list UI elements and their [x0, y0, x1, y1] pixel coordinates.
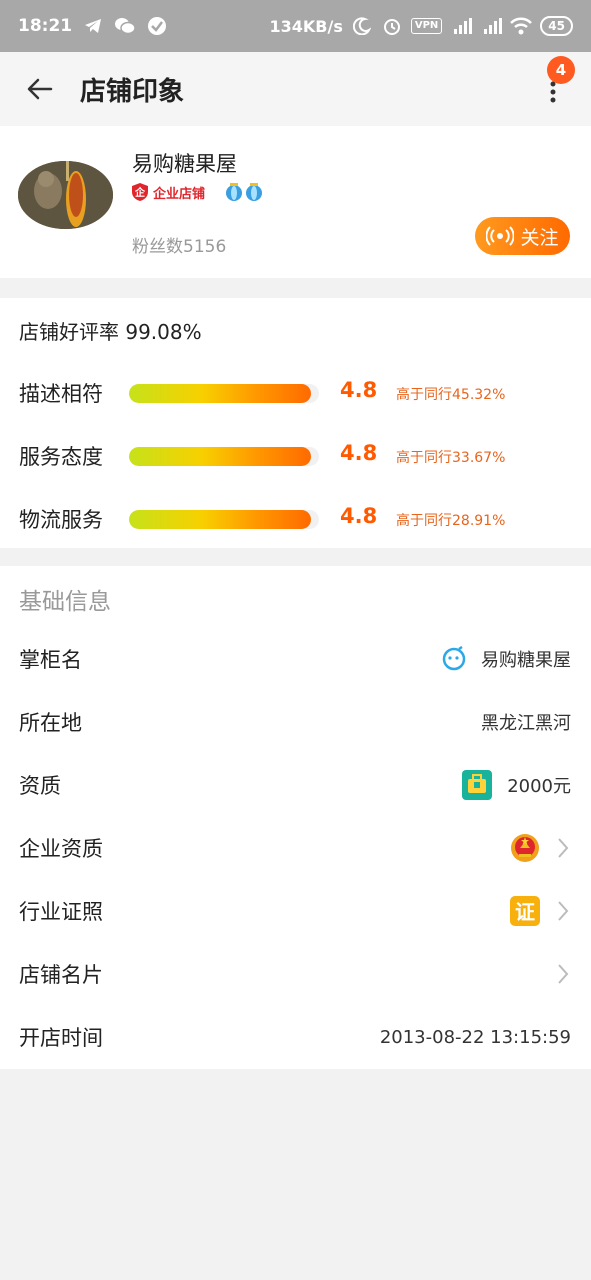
- shop-name: 易购糖果屋: [132, 152, 237, 176]
- chevron-right-icon: [555, 962, 571, 986]
- chevron-right-icon: [555, 899, 571, 923]
- rating-bar: [129, 384, 319, 403]
- rating-label: 描述相符: [19, 382, 103, 406]
- info-label: 店铺名片: [19, 963, 103, 987]
- rating-section: 店铺好评率 99.08% 描述相符 4.8 高于同行45.32% 服务态度 4.…: [0, 298, 591, 548]
- enterprise-tag-label: 企业店铺: [153, 186, 206, 202]
- alarm-icon: [381, 15, 403, 37]
- info-row-enterprise-qualification[interactable]: 企业资质: [0, 817, 591, 880]
- signal-icon: [480, 15, 503, 37]
- wangwang-icon: [442, 646, 466, 671]
- rating-label: 服务态度: [19, 445, 103, 469]
- rating-row-logistics: 物流服务 4.8 高于同行28.91%: [0, 498, 591, 538]
- info-row-qualification[interactable]: 资质 2000元: [0, 754, 591, 817]
- crown-icon: [226, 183, 243, 201]
- signal-hd-icon: [450, 15, 473, 37]
- crown-icon: [246, 183, 263, 201]
- info-row-open-time: 开店时间 2013-08-22 13:15:59: [0, 1006, 591, 1069]
- moon-icon: [351, 15, 373, 37]
- app-bar: 店铺印象 4: [0, 52, 591, 126]
- rating-score: 4.8: [340, 441, 378, 465]
- info-row-location: 所在地 黑龙江黑河: [0, 691, 591, 754]
- shop-tags: 企 企业店铺: [131, 182, 263, 202]
- wechat-icon: [114, 15, 136, 37]
- rating-bar: [129, 447, 319, 466]
- info-label: 企业资质: [19, 837, 103, 861]
- basic-info-header: 基础信息: [19, 589, 111, 615]
- app-check-icon: [146, 15, 168, 37]
- enterprise-shield-icon: 企: [132, 183, 148, 201]
- chipmunk-corn-image: [18, 161, 113, 229]
- net-speed: 134KB/s: [269, 16, 343, 36]
- shop-card: 易购糖果屋 企 企业店铺 粉丝数5156 关注: [0, 126, 591, 278]
- license-icon: 证: [510, 896, 540, 926]
- back-button[interactable]: [0, 52, 80, 126]
- rating-compare: 高于同行45.32%: [396, 387, 506, 403]
- rating-bar-fill: [129, 447, 312, 466]
- rating-bar-fill: [129, 384, 312, 403]
- status-time: 18:21: [18, 16, 73, 36]
- follow-button[interactable]: 关注: [475, 217, 570, 255]
- status-bar: 18:21 134KB/s VPN 45: [0, 0, 591, 52]
- svg-text:证: 证: [515, 900, 535, 924]
- info-row-industry-license[interactable]: 行业证照 证: [0, 880, 591, 943]
- info-label: 资质: [19, 774, 61, 798]
- rating-bar: [129, 510, 319, 529]
- info-value: 2000元: [507, 776, 571, 797]
- broadcast-icon: [486, 226, 515, 246]
- vpn-indicator: VPN: [410, 18, 443, 34]
- info-label: 所在地: [19, 711, 82, 735]
- info-value: 易购糖果屋: [481, 650, 571, 671]
- telegram-icon: [82, 15, 104, 37]
- page-title: 店铺印象: [80, 76, 185, 107]
- rating-row-description: 描述相符 4.8 高于同行45.32%: [0, 372, 591, 412]
- deposit-icon: [462, 770, 493, 800]
- info-label: 行业证照: [19, 900, 103, 924]
- shop-level-crowns: [225, 182, 263, 202]
- rating-label: 物流服务: [19, 508, 103, 532]
- rating-row-service: 服务态度 4.8 高于同行33.67%: [0, 435, 591, 475]
- basic-info-section: 基础信息 掌柜名 易购糖果屋 所在地 黑龙江黑河 资质 2000元 企业资质 行…: [0, 566, 591, 1069]
- enterprise-shop-tag: 企 企业店铺: [131, 182, 205, 202]
- info-label: 掌柜名: [19, 648, 82, 672]
- back-arrow-icon: [27, 78, 53, 100]
- rating-score: 4.8: [340, 504, 378, 528]
- wifi-icon: [510, 15, 533, 37]
- info-value: 2013-08-22 13:15:59: [379, 1026, 571, 1048]
- rating-compare: 高于同行33.67%: [396, 450, 506, 466]
- more-vertical-icon: [550, 81, 556, 103]
- shop-avatar[interactable]: [18, 161, 113, 229]
- svg-text:企: 企: [134, 186, 146, 199]
- info-label: 开店时间: [19, 1026, 103, 1050]
- battery-indicator: 45: [540, 16, 573, 36]
- positive-rate: 店铺好评率 99.08%: [19, 320, 202, 344]
- national-emblem-icon: [511, 834, 539, 862]
- info-row-shopkeeper[interactable]: 掌柜名 易购糖果屋: [0, 628, 591, 691]
- notification-badge: 4: [547, 56, 575, 84]
- info-row-shop-card[interactable]: 店铺名片: [0, 943, 591, 1006]
- follow-label: 关注: [520, 226, 559, 249]
- rating-bar-fill: [129, 510, 312, 529]
- fans-count: 粉丝数5156: [132, 237, 227, 257]
- rating-compare: 高于同行28.91%: [396, 513, 506, 529]
- chevron-right-icon: [555, 836, 571, 860]
- rating-score: 4.8: [340, 378, 378, 402]
- info-value: 黑龙江黑河: [481, 713, 571, 734]
